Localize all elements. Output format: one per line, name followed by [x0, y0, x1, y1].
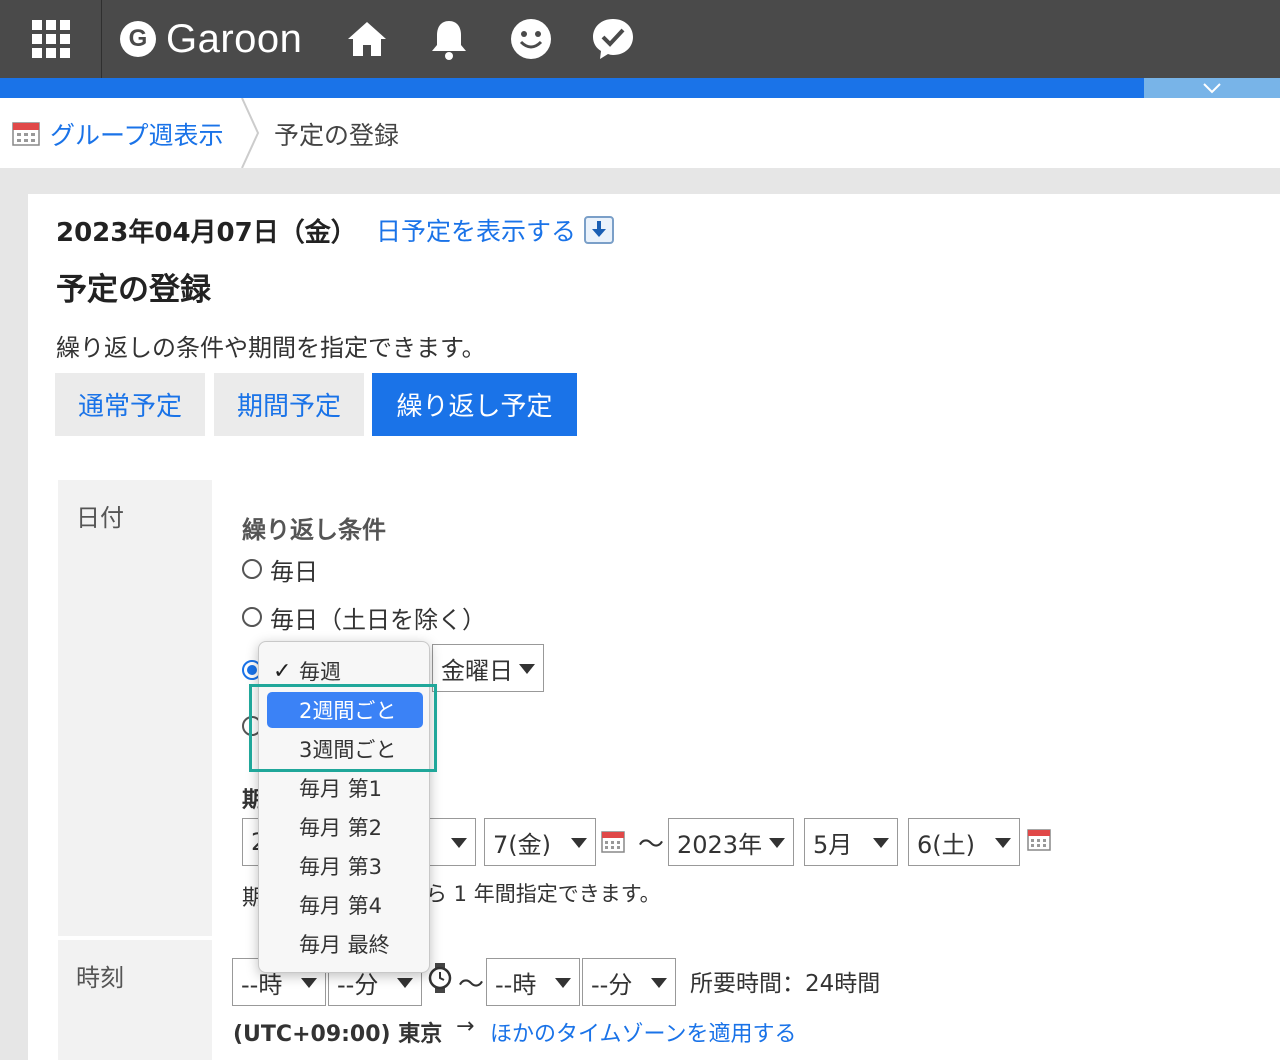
- bell-icon[interactable]: [426, 16, 472, 62]
- caret-down-icon: [451, 838, 467, 848]
- calendar-icon: [12, 122, 40, 146]
- selected-date: 2023年04月07日（金）: [56, 218, 357, 248]
- time-range-tilde: 〜: [458, 970, 485, 1000]
- caret-down-icon: [769, 838, 785, 848]
- apps-grid-icon: [32, 20, 70, 58]
- dropdown-item-monthly-2nd[interactable]: 毎月 第2: [259, 808, 431, 846]
- end-minute-select[interactable]: --分: [582, 958, 676, 1006]
- chat-check-icon[interactable]: [590, 16, 636, 62]
- timezone-label: (UTC+09:00) 東京: [233, 1022, 443, 1047]
- end-hour-value: --時: [495, 970, 537, 999]
- start-calendar-icon[interactable]: [600, 828, 626, 854]
- start-day-select[interactable]: 7(金): [484, 818, 596, 866]
- weekday-select-value: 金曜日: [441, 656, 513, 685]
- start-day-value: 7(金): [493, 830, 551, 859]
- main-content: 2023年04月07日（金） 日予定を表示する 予定の登録 繰り返しの条件や期間…: [28, 194, 1280, 1060]
- repeat-condition-label: 繰り返し条件: [242, 516, 386, 544]
- caret-down-icon: [519, 664, 535, 674]
- breadcrumb-separator: [241, 98, 260, 168]
- garoon-logo-text: Garoon: [166, 16, 303, 61]
- date-label: 日付: [76, 504, 124, 532]
- page-title: 予定の登録: [56, 272, 211, 308]
- caret-down-icon: [571, 838, 587, 848]
- end-day-select[interactable]: 6(土): [908, 818, 1020, 866]
- end-month-select[interactable]: 5月: [804, 818, 898, 866]
- end-year-select[interactable]: 2023年: [668, 818, 794, 866]
- top-navigation-bar: G Garoon: [0, 0, 1280, 78]
- weekday-select[interactable]: 金曜日: [432, 644, 544, 692]
- end-day-value: 6(土): [917, 830, 975, 859]
- caret-down-icon: [555, 978, 571, 988]
- dropdown-item-monthly-last[interactable]: 毎月 最終: [259, 925, 431, 963]
- time-label: 時刻: [76, 964, 124, 992]
- tab-repeat-schedule[interactable]: 繰り返し予定: [372, 373, 577, 436]
- chevron-down-icon: [1203, 83, 1221, 94]
- tab-period-schedule[interactable]: 期間予定: [214, 373, 364, 436]
- repeat-weekdays-option[interactable]: 毎日（土日を除く）: [242, 602, 486, 634]
- apply-other-timezone-link[interactable]: ほかのタイムゾーンを適用する: [490, 1016, 796, 1048]
- repeat-daily-label: 毎日: [270, 557, 318, 586]
- end-month-value: 5月: [813, 830, 853, 859]
- watch-icon[interactable]: [428, 962, 452, 994]
- date-label-cell: 日付: [58, 480, 212, 936]
- dropdown-item-monthly-1st[interactable]: 毎月 第1: [259, 769, 431, 807]
- breadcrumb-current: 予定の登録: [274, 121, 400, 150]
- repeat-daily-option[interactable]: 毎日: [242, 554, 318, 586]
- end-hour-select[interactable]: --時: [486, 958, 580, 1006]
- garoon-logo[interactable]: G Garoon: [120, 14, 302, 64]
- dropdown-item-monthly-4th[interactable]: 毎月 第4: [259, 886, 431, 924]
- garoon-logo-mark: G: [120, 21, 156, 57]
- show-day-schedule-link[interactable]: 日予定を表示する: [376, 212, 576, 248]
- app-menu-button[interactable]: [0, 0, 102, 78]
- highlight-annotation-box: [249, 684, 437, 772]
- header-collapse-toggle[interactable]: [1144, 78, 1280, 98]
- breadcrumb: グループ週表示 予定の登録: [0, 98, 1280, 168]
- caret-down-icon: [651, 978, 667, 988]
- end-minute-value: --分: [591, 970, 633, 999]
- caret-down-icon: [873, 838, 889, 848]
- caret-down-icon: [397, 978, 413, 988]
- timezone-arrow: →: [456, 1014, 475, 1039]
- page-description: 繰り返しの条件や期間を指定できます。: [56, 334, 486, 362]
- period-hint: ら 1 年間指定できます。: [426, 882, 661, 906]
- smiley-icon[interactable]: [508, 16, 554, 62]
- time-label-cell: 時刻: [58, 940, 212, 1060]
- header-accent-bar: [0, 78, 1280, 98]
- duration-text: 所要時間：24時間: [690, 971, 881, 997]
- breadcrumb-group-week-link[interactable]: グループ週表示: [50, 116, 224, 152]
- tab-normal-schedule[interactable]: 通常予定: [55, 373, 205, 436]
- dropdown-item-monthly-3rd[interactable]: 毎月 第3: [259, 847, 431, 885]
- caret-down-icon: [995, 838, 1011, 848]
- repeat-weekdays-label: 毎日（土日を除く）: [270, 605, 486, 634]
- end-calendar-icon[interactable]: [1026, 826, 1052, 852]
- caret-down-icon: [301, 978, 317, 988]
- start-month-select[interactable]: [426, 818, 476, 866]
- radio-weekdays[interactable]: [242, 607, 262, 627]
- end-year-value: 2023年: [677, 830, 763, 859]
- home-icon[interactable]: [344, 16, 390, 62]
- radio-daily[interactable]: [242, 559, 262, 579]
- expand-down-icon[interactable]: [584, 216, 614, 244]
- date-range-tilde: 〜: [638, 830, 665, 860]
